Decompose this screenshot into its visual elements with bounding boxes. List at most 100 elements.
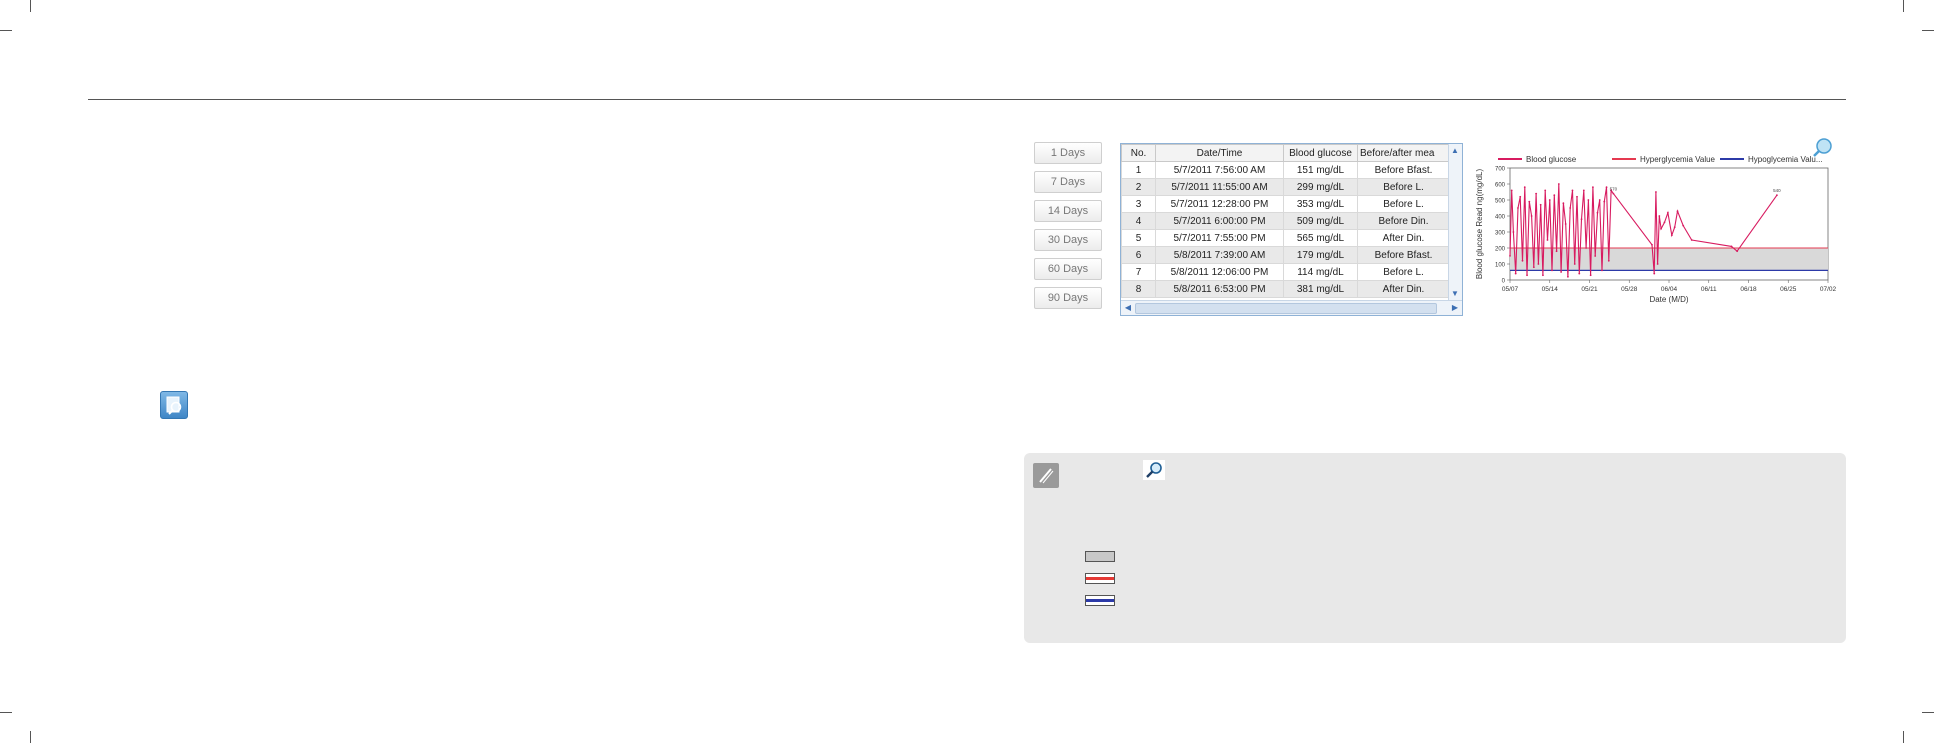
table-row[interactable]: 2 5/7/2011 11:55:00 AM 299 mg/dL Before L. — [1121, 178, 1450, 196]
90-days-button[interactable]: 90 Days — [1034, 287, 1102, 309]
7-days-button[interactable]: 7 Days — [1034, 171, 1102, 193]
glucose-point — [1582, 189, 1585, 192]
column-header[interactable]: No. — [1121, 144, 1156, 162]
report-app-icon[interactable] — [160, 391, 188, 419]
glucose-point — [1660, 227, 1662, 230]
x-tick-label: 07/02 — [1820, 286, 1837, 293]
cell: 5 — [1121, 229, 1156, 247]
glucose-point — [1521, 259, 1524, 262]
scroll-right-icon[interactable]: ▶ — [1449, 302, 1461, 314]
14-days-button[interactable]: 14 Days — [1034, 200, 1102, 222]
glucose-point — [1562, 202, 1565, 205]
glucose-point — [1548, 199, 1551, 201]
glucose-point — [1537, 263, 1540, 265]
scroll-thumb[interactable] — [1135, 303, 1437, 314]
glucose-point — [1553, 194, 1556, 197]
glucose-point — [1775, 194, 1778, 197]
cell: 179 mg/dL — [1283, 246, 1358, 264]
glucose-point — [1512, 231, 1515, 233]
hyperglycemia-line-swatch — [1085, 573, 1115, 584]
cell: 5/8/2011 7:39:00 AM — [1155, 246, 1284, 264]
glucose-point — [1519, 195, 1522, 198]
horizontal-scrollbar[interactable]: ◀ ▶ — [1121, 300, 1462, 315]
table-row[interactable]: 7 5/8/2011 12:06:00 PM 114 mg/dL Before L. — [1121, 263, 1450, 281]
scroll-up-icon[interactable]: ▲ — [1449, 145, 1461, 157]
x-tick-label: 05/07 — [1502, 286, 1519, 293]
table-row[interactable]: 6 5/8/2011 7:39:00 AM 179 mg/dL Before Bfas… — [1121, 246, 1450, 264]
table-row[interactable]: 1 5/7/2011 7:56:00 AM 151 mg/dL Before Bfas… — [1121, 161, 1450, 179]
y-tick-label: 600 — [1495, 183, 1506, 189]
column-header[interactable]: Blood glucose — [1283, 144, 1358, 162]
scroll-down-icon[interactable]: ▼ — [1449, 288, 1461, 300]
glucose-point — [1517, 207, 1519, 209]
glucose-chart: Blood glucose Hyperglycemia Value Hypogl… — [1475, 138, 1837, 304]
glucose-point — [1578, 272, 1581, 275]
target-range-band — [1510, 248, 1828, 271]
cell: 151 mg/dL — [1283, 161, 1358, 179]
glucose-point — [1656, 263, 1659, 265]
glucose-point — [1526, 274, 1528, 277]
zoom-button[interactable] — [1813, 138, 1832, 157]
table-row[interactable]: 4 5/7/2011 6:00:00 PM 509 mg/dL Before Din. — [1121, 212, 1450, 230]
cell: 1 — [1121, 161, 1156, 179]
cell: After Din. — [1357, 280, 1450, 298]
glucose-point — [1569, 207, 1572, 209]
glucose-point — [1539, 203, 1542, 206]
glucose-point — [1670, 234, 1673, 237]
glucose-point — [1555, 250, 1558, 253]
vertical-scrollbar[interactable]: ▲ ▼ — [1448, 144, 1462, 301]
table-row[interactable]: 3 5/7/2011 12:28:00 PM 353 mg/dL Before L. — [1121, 195, 1450, 213]
column-header[interactable]: Before/after mea — [1357, 144, 1450, 162]
x-tick-label: 06/25 — [1780, 286, 1797, 293]
glucose-point — [1663, 221, 1666, 224]
point-value-label: 540 — [1773, 188, 1781, 193]
note-box — [1024, 453, 1846, 643]
chart-legend: Blood glucose Hyperglycemia Value Hypogl… — [1498, 155, 1823, 164]
1-days-button[interactable]: 1 Days — [1034, 142, 1102, 164]
cell: 381 mg/dL — [1283, 280, 1358, 298]
crop-mark — [1922, 712, 1934, 713]
scroll-left-icon[interactable]: ◀ — [1122, 302, 1134, 314]
cell: Before L. — [1357, 263, 1450, 281]
glucose-point — [1736, 250, 1739, 253]
zoom-icon[interactable] — [1816, 138, 1832, 154]
readings-table: No. Date/Time Blood glucose Before/after… — [1120, 143, 1463, 316]
30-days-button[interactable]: 30 Days — [1034, 229, 1102, 251]
y-tick-label: 200 — [1495, 247, 1506, 253]
glucose-point — [1573, 263, 1576, 265]
glucose-point — [1607, 259, 1610, 262]
x-tick-label: 05/21 — [1581, 286, 1598, 293]
table-row[interactable]: 5 5/7/2011 7:55:00 PM 565 mg/dL After Din. — [1121, 229, 1450, 247]
y-tick-label: 700 — [1495, 167, 1506, 173]
glucose-point — [1567, 275, 1569, 278]
column-header[interactable]: Date/Time — [1155, 144, 1284, 162]
glucose-point — [1682, 224, 1685, 227]
cell: 5/7/2011 11:55:00 AM — [1155, 178, 1284, 196]
glucose-point — [1580, 218, 1583, 221]
x-tick-label: 06/04 — [1661, 286, 1678, 293]
y-tick-label: 300 — [1495, 231, 1506, 237]
glucose-point — [1612, 192, 1615, 195]
y-tick-label: 0 — [1502, 279, 1506, 285]
cell: Before Din. — [1357, 212, 1450, 230]
glucose-point — [1655, 191, 1657, 193]
cell: Before L. — [1357, 195, 1450, 213]
glucose-point — [1576, 195, 1578, 198]
y-axis-label: Blood glucose Read ng(mg/dL) — [1475, 169, 1484, 280]
magnifier-icon — [166, 396, 182, 415]
cell: 114 mg/dL — [1283, 263, 1358, 281]
hypoglycemia-line-swatch — [1085, 595, 1115, 606]
cell: 5/7/2011 6:00:00 PM — [1155, 212, 1284, 230]
y-tick-label: 400 — [1495, 215, 1506, 221]
x-tick-label: 05/28 — [1621, 286, 1638, 293]
y-tick-label: 500 — [1495, 199, 1506, 205]
glucose-point — [1530, 215, 1533, 217]
60-days-button[interactable]: 60 Days — [1034, 258, 1102, 280]
cell: 3 — [1121, 195, 1156, 213]
glucose-point — [1598, 199, 1601, 201]
cell: 5/7/2011 7:55:00 PM — [1155, 229, 1284, 247]
crop-mark — [0, 712, 12, 713]
glucose-point — [1673, 226, 1676, 229]
table-row[interactable]: 8 5/8/2011 6:53:00 PM 381 mg/dL After Din. — [1121, 280, 1450, 298]
glucose-point — [1542, 274, 1544, 277]
